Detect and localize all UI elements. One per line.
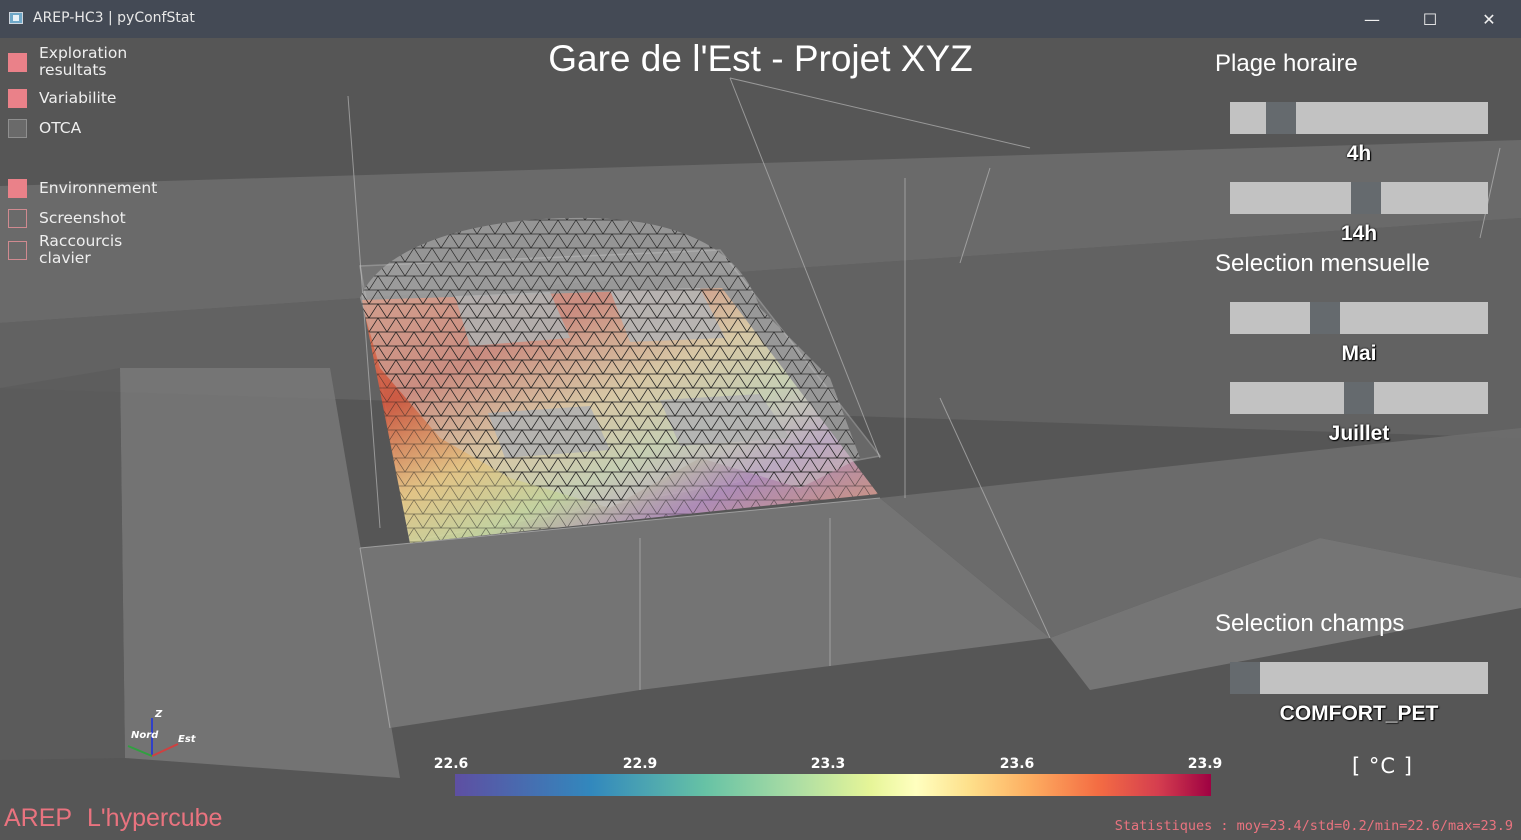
menu-label: Raccourcis clavier <box>39 232 123 267</box>
statistics-readout: Statistiques : moy=23.4/std=0.2/min=22.6… <box>1114 818 1513 834</box>
menu-label: Environnement <box>39 179 158 197</box>
unit-label: [ °C ] <box>1352 754 1413 778</box>
plage-horaire-title: Plage horaire <box>1215 50 1358 77</box>
slider-thumb[interactable] <box>1344 382 1374 414</box>
field-value: COMFORT_PET <box>1279 702 1439 725</box>
slider-thumb[interactable] <box>1309 302 1340 334</box>
axis-nord-label: Nord <box>131 730 159 741</box>
toggle-box[interactable] <box>8 119 27 138</box>
hour-end-slider[interactable] <box>1230 182 1488 214</box>
3d-viewport[interactable]: Z Nord Est Exploration resultats Variabi… <box>0 38 1521 840</box>
month-end-slider[interactable] <box>1230 382 1488 414</box>
hour-start-slider[interactable] <box>1230 102 1488 134</box>
maximize-button[interactable]: ☐ <box>1401 0 1459 38</box>
toggle-box[interactable] <box>8 89 27 108</box>
field-slider[interactable] <box>1230 662 1488 694</box>
month-start-slider[interactable] <box>1230 302 1488 334</box>
colorbar-tick: 23.9 <box>1187 756 1223 772</box>
app-icon <box>9 12 23 24</box>
axis-z-label: Z <box>155 709 163 720</box>
slider-thumb[interactable] <box>1230 662 1260 694</box>
menu-label: OTCA <box>39 119 82 137</box>
slider-thumb[interactable] <box>1266 102 1297 134</box>
hour-end-value: 14h <box>1340 222 1378 245</box>
menu-screenshot[interactable]: Screenshot <box>8 209 149 228</box>
slider-thumb[interactable] <box>1350 182 1381 214</box>
menu-label: Variabilite <box>39 89 117 107</box>
menu-label: Screenshot <box>39 209 126 227</box>
month-start-value: Mai <box>1341 342 1377 365</box>
minimize-button[interactable]: — <box>1343 0 1401 38</box>
close-button[interactable]: ✕ <box>1460 0 1518 38</box>
selection-mensuelle-title: Selection mensuelle <box>1215 250 1430 277</box>
colorbar <box>455 774 1211 796</box>
menu-environnement[interactable]: Environnement <box>8 179 158 198</box>
toggle-box[interactable] <box>8 209 27 228</box>
hour-start-value: 4h <box>1346 142 1372 165</box>
toggle-box[interactable] <box>8 179 27 198</box>
axis-est-label: Est <box>178 734 196 745</box>
window-title: AREP-HC3 | pyConfStat <box>33 10 195 26</box>
menu-otca[interactable]: OTCA <box>8 119 149 138</box>
toggle-box[interactable] <box>8 240 27 260</box>
month-end-value: Juillet <box>1328 422 1390 445</box>
selection-champs-title: Selection champs <box>1215 610 1405 637</box>
arep-logo-text: AREP <box>4 804 73 832</box>
colorbar-tick: 23.3 <box>810 756 846 772</box>
menu-raccourcis-clavier[interactable]: Raccourcis clavier <box>8 233 149 267</box>
menu-variabilite[interactable]: Variabilite <box>8 89 149 108</box>
colorbar-tick: 23.6 <box>999 756 1035 772</box>
colorbar-tick: 22.6 <box>433 756 469 772</box>
colorbar-tick: 22.9 <box>622 756 658 772</box>
hypercube-logo-text: L'hypercube <box>87 804 223 832</box>
window-titlebar: AREP-HC3 | pyConfStat — ☐ ✕ <box>0 0 1521 38</box>
